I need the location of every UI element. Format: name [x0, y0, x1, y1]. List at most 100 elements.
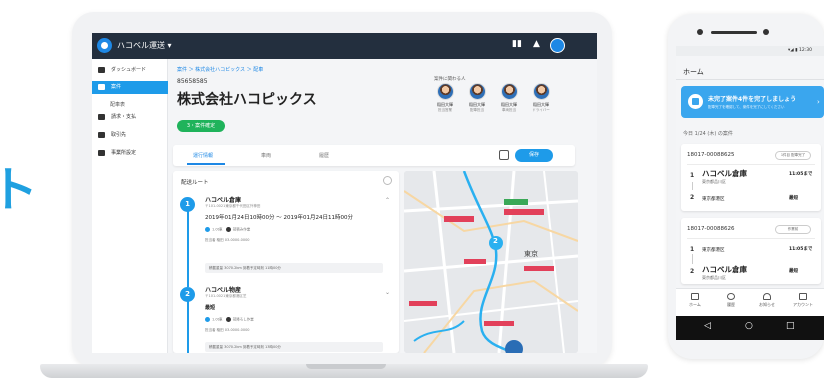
stop-contact: 担当者 稲田 03-0000-0000: [205, 328, 250, 332]
stop-summary: 積載重量 3070.2km 到着予定時刻 13時00分: [205, 342, 383, 352]
recent-apps-icon[interactable]: □: [786, 322, 795, 331]
main-content: 案件 ＞ 株式会社ハコピックス ＞ 配車 85658585 株式会社ハコピックス…: [168, 59, 597, 353]
back-icon[interactable]: ◁: [704, 322, 711, 331]
person-card[interactable]: 稲田大輝 担当営業: [432, 83, 458, 113]
home-icon[interactable]: ○: [745, 322, 753, 331]
sidebar-item-orders[interactable]: 案件: [92, 81, 168, 94]
phone-screen: ▾◢ ▮ 12:30 ホーム 未完了案件4件を完了しましょう 配車完了を確認して…: [676, 46, 824, 340]
stop-deadline: 最短: [789, 196, 798, 201]
stop-arrival: 最短: [205, 305, 216, 311]
nav-history[interactable]: 履歴: [716, 293, 746, 308]
order-card[interactable]: 18017-00088626 作業前 1 東京都港区 11:05まで 2 ハコベ…: [681, 218, 821, 284]
stop-deadline: 11:05まで: [789, 172, 813, 177]
stop-label: ハコベル倉庫: [702, 169, 747, 178]
system-nav-bar: ◁ ○ □: [676, 316, 824, 340]
page-title: 株式会社ハコピックス: [177, 92, 317, 108]
sidebar-item-office-settings[interactable]: 事業所設定: [92, 147, 168, 160]
bell-icon[interactable]: ▲: [533, 40, 540, 49]
phone-status-bar: ▾◢ ▮ 12:30: [676, 46, 824, 56]
tab-history[interactable]: 履歴: [319, 152, 329, 159]
nav-label: アカウント: [793, 302, 813, 307]
route-card: 配送ルート 1 ハコベル倉庫 ⌃ 〒101-0021東京都千代田区外神田 201…: [173, 171, 399, 353]
person-role: 配車担当: [470, 108, 484, 112]
billing-icon: [98, 113, 105, 120]
stop-time-window: 2019年01月24日10時00分 ～ 2019年01月24日11時00分: [205, 215, 353, 221]
sidebar-item-billing[interactable]: 請求・支払: [92, 111, 168, 124]
breadcrumb[interactable]: 案件 ＞ 株式会社ハコピックス ＞ 配車: [177, 66, 263, 73]
clock-icon: [727, 293, 735, 300]
chevron-up-icon[interactable]: ⌃: [385, 197, 390, 204]
person-card[interactable]: 稲田大輝 ドライバー: [528, 83, 554, 113]
stop-name: ハコベル倉庫: [205, 197, 242, 204]
person-card[interactable]: 稲田大輝 車両担当: [496, 83, 522, 113]
stop-deadline: 最短: [789, 269, 798, 274]
app-title[interactable]: ハコベル運送 ▾: [117, 40, 172, 51]
refresh-icon[interactable]: [383, 176, 392, 185]
stop-number: 2: [690, 268, 695, 275]
person-role: ドライバー: [532, 108, 550, 112]
order-code: 18017-00088626: [687, 226, 735, 232]
chevron-right-icon: ›: [817, 98, 820, 106]
stop-meta: 1.0t車 荷降ろし作業: [205, 317, 254, 323]
user-avatar[interactable]: [550, 38, 565, 53]
stop-address: 〒101-0021東京都港区芝: [205, 294, 247, 298]
order-number: 85658585: [177, 78, 208, 85]
sidebar-item-dashboard[interactable]: ダッシュボード: [92, 64, 168, 77]
truck-icon: [205, 227, 210, 232]
sidebar-item-clients[interactable]: 取引先: [92, 129, 168, 142]
tab-operation-info[interactable]: 運行情報: [193, 152, 213, 159]
nav-account[interactable]: アカウント: [788, 293, 818, 308]
task-type: 荷降ろし作業: [232, 317, 254, 322]
stop-summary: 積載重量 3070.2km 到着予定時刻 11時00分: [205, 263, 383, 273]
avatar: [436, 83, 454, 100]
sidebar: ダッシュボード 案件 配車表 請求・支払 取引先 事業所設定: [92, 59, 168, 353]
nav-label: 履歴: [727, 302, 735, 307]
print-icon[interactable]: [499, 150, 509, 160]
order-card[interactable]: 18017-00088625 1件目 配車完了 1 ハコベル倉庫 東京都品川区 …: [681, 144, 821, 211]
dashboard-icon: [98, 66, 105, 73]
status-badge[interactable]: 3・案件確定: [177, 120, 225, 132]
route-connector: [692, 254, 693, 264]
banner-title: 未完了案件4件を完了しましょう: [708, 96, 797, 103]
sidebar-subitem-dispatch[interactable]: 配車表: [110, 101, 125, 108]
stop-label: 東京都港区: [702, 248, 725, 253]
stop-contact: 担当者 稲田 03-0000-0000: [205, 238, 250, 242]
incomplete-orders-banner[interactable]: 未完了案件4件を完了しましょう 配車完了を確認して、案件を完了にしてください ›: [681, 86, 824, 118]
person-card[interactable]: 稲田大輝 配車担当: [464, 83, 490, 113]
nav-notifications[interactable]: お知らせ: [752, 293, 782, 308]
sidebar-item-label: 取引先: [111, 132, 127, 138]
book-icon[interactable]: ▮▮: [512, 40, 522, 49]
route-map[interactable]: 2 東京: [404, 171, 578, 353]
nav-home[interactable]: ホーム: [680, 293, 710, 308]
stop-number-badge: 1: [180, 197, 195, 212]
route-line: [187, 205, 189, 287]
nav-label: お知らせ: [759, 302, 775, 307]
route-line: [187, 301, 189, 353]
phone-speaker: [711, 31, 757, 34]
app-logo-icon[interactable]: [97, 38, 112, 53]
sidebar-item-label: ダッシュボード: [111, 67, 147, 73]
chevron-down-icon[interactable]: ⌄: [385, 289, 390, 296]
stop-label: 東京都港区: [702, 197, 725, 202]
stop-number: 1: [690, 172, 695, 179]
save-button[interactable]: 保存: [515, 149, 553, 162]
route-card-title: 配送ルート: [181, 180, 209, 186]
task-icon: [225, 227, 231, 232]
order-status-badge: 1件目 配車完了: [775, 151, 811, 160]
tab-bar: 運行情報 車両 履歴 保存: [173, 145, 575, 166]
sidebar-item-label: 事業所設定: [111, 150, 137, 156]
handshake-icon: [98, 131, 105, 138]
stop-number: 2: [690, 194, 695, 201]
truck-icon: [205, 317, 210, 322]
person-role: 担当営業: [438, 108, 452, 112]
account-icon: [799, 293, 807, 300]
person-role: 車両担当: [502, 108, 516, 112]
building-icon: [98, 149, 105, 156]
divider: [687, 164, 815, 165]
phone-sensor: [763, 29, 769, 35]
stop-name: ハコベル物産: [205, 287, 242, 294]
phone-camera: [697, 29, 703, 35]
orders-icon: [98, 83, 105, 90]
stop-sublabel: 東京都品川区: [702, 179, 726, 184]
tab-vehicle[interactable]: 車両: [261, 152, 271, 159]
